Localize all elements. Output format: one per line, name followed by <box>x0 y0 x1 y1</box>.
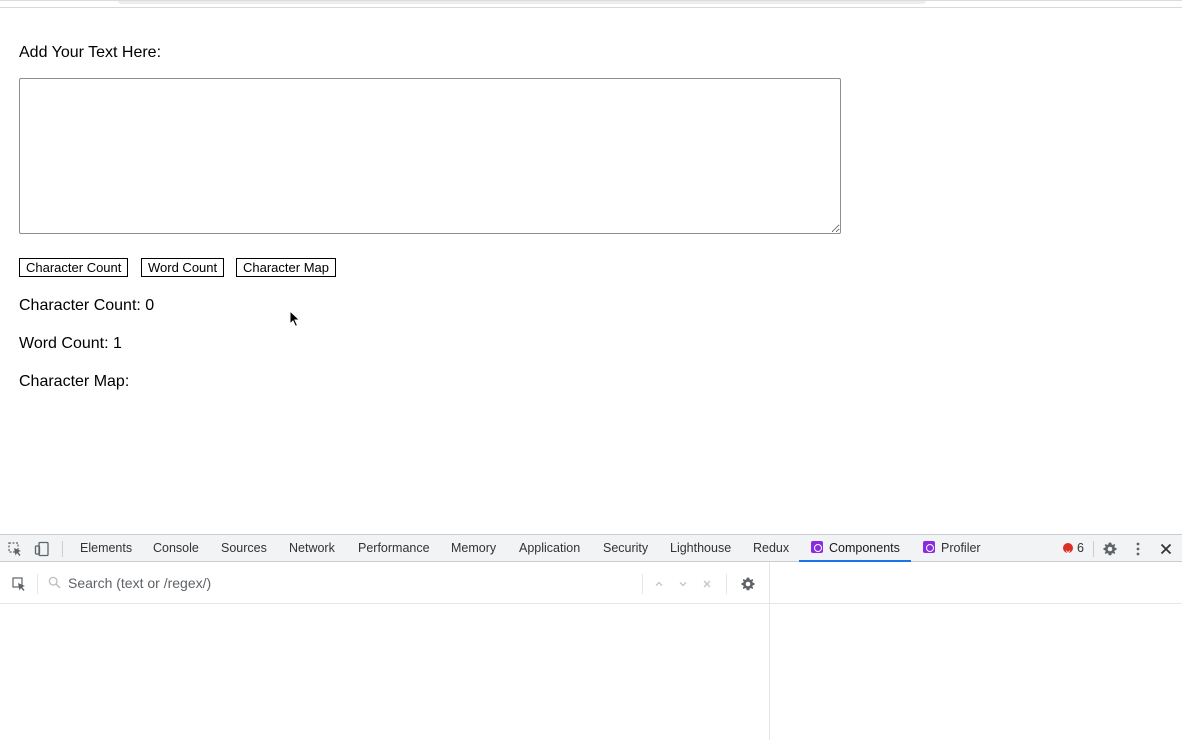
component-details-panel <box>769 562 1182 740</box>
toolbar-separator <box>726 574 727 594</box>
error-counter[interactable]: 6 <box>1063 535 1084 567</box>
error-icon <box>1063 540 1073 567</box>
error-count: 6 <box>1077 541 1084 555</box>
tab-lighthouse[interactable]: Lighthouse <box>670 535 731 562</box>
word-count-result: Word Count: 1 <box>19 335 122 352</box>
devtools-tab-bar: Elements Console Sources Network Perform… <box>0 534 1182 567</box>
arrow-up-icon[interactable] <box>650 575 668 593</box>
address-bar-remnant <box>118 1 926 4</box>
tab-profiler-label: Profiler <box>941 541 981 555</box>
arrow-down-icon[interactable] <box>674 575 692 593</box>
tab-performance[interactable]: Performance <box>358 535 430 562</box>
character-count-button[interactable]: Character Count <box>19 258 129 277</box>
react-logo-icon <box>811 541 823 553</box>
settings-gear-icon[interactable] <box>739 575 757 593</box>
settings-gear-icon[interactable] <box>1101 540 1119 558</box>
character-map-button[interactable]: Character Map <box>236 258 336 277</box>
browser-top-edge <box>0 1 1182 8</box>
search-input[interactable] <box>66 572 626 594</box>
devtools-panel: Elements Console Sources Network Perform… <box>0 534 1182 740</box>
tab-separator <box>1093 541 1094 557</box>
tab-profiler[interactable]: Profiler <box>923 535 981 562</box>
tab-components[interactable]: Components <box>799 535 911 562</box>
tab-redux[interactable]: Redux <box>753 535 789 562</box>
tab-network[interactable]: Network <box>289 535 335 562</box>
tab-separator <box>62 541 63 557</box>
component-tree-panel <box>0 605 769 740</box>
toolbar-separator <box>37 574 38 594</box>
character-map-result: Character Map: <box>19 373 130 390</box>
react-logo-icon <box>923 541 935 553</box>
more-vertical-icon[interactable] <box>1129 540 1147 558</box>
close-icon[interactable] <box>1157 540 1175 558</box>
select-component-icon[interactable] <box>10 575 28 593</box>
tab-memory[interactable]: Memory <box>451 535 496 562</box>
details-header <box>770 562 1182 604</box>
components-toolbar <box>0 562 769 604</box>
device-toolbar-icon[interactable] <box>33 540 51 558</box>
toolbar-separator <box>642 574 643 594</box>
tab-components-label: Components <box>829 541 900 555</box>
character-count-result: Character Count: 0 <box>19 297 155 314</box>
tab-sources[interactable]: Sources <box>221 535 267 562</box>
tab-elements[interactable]: Elements <box>80 535 132 562</box>
search-icon <box>48 576 61 594</box>
page-viewport: Add Your Text Here: Character Count Word… <box>0 0 1182 534</box>
mouse-pointer-icon <box>289 309 301 333</box>
text-input-label: Add Your Text Here: <box>19 44 162 61</box>
inspect-element-icon[interactable] <box>6 540 24 558</box>
clear-icon[interactable] <box>698 575 716 593</box>
tab-application[interactable]: Application <box>519 535 580 562</box>
tab-console[interactable]: Console <box>153 535 199 562</box>
text-input-area[interactable] <box>19 78 841 234</box>
tab-security[interactable]: Security <box>603 535 648 562</box>
word-count-button[interactable]: Word Count <box>141 258 225 277</box>
